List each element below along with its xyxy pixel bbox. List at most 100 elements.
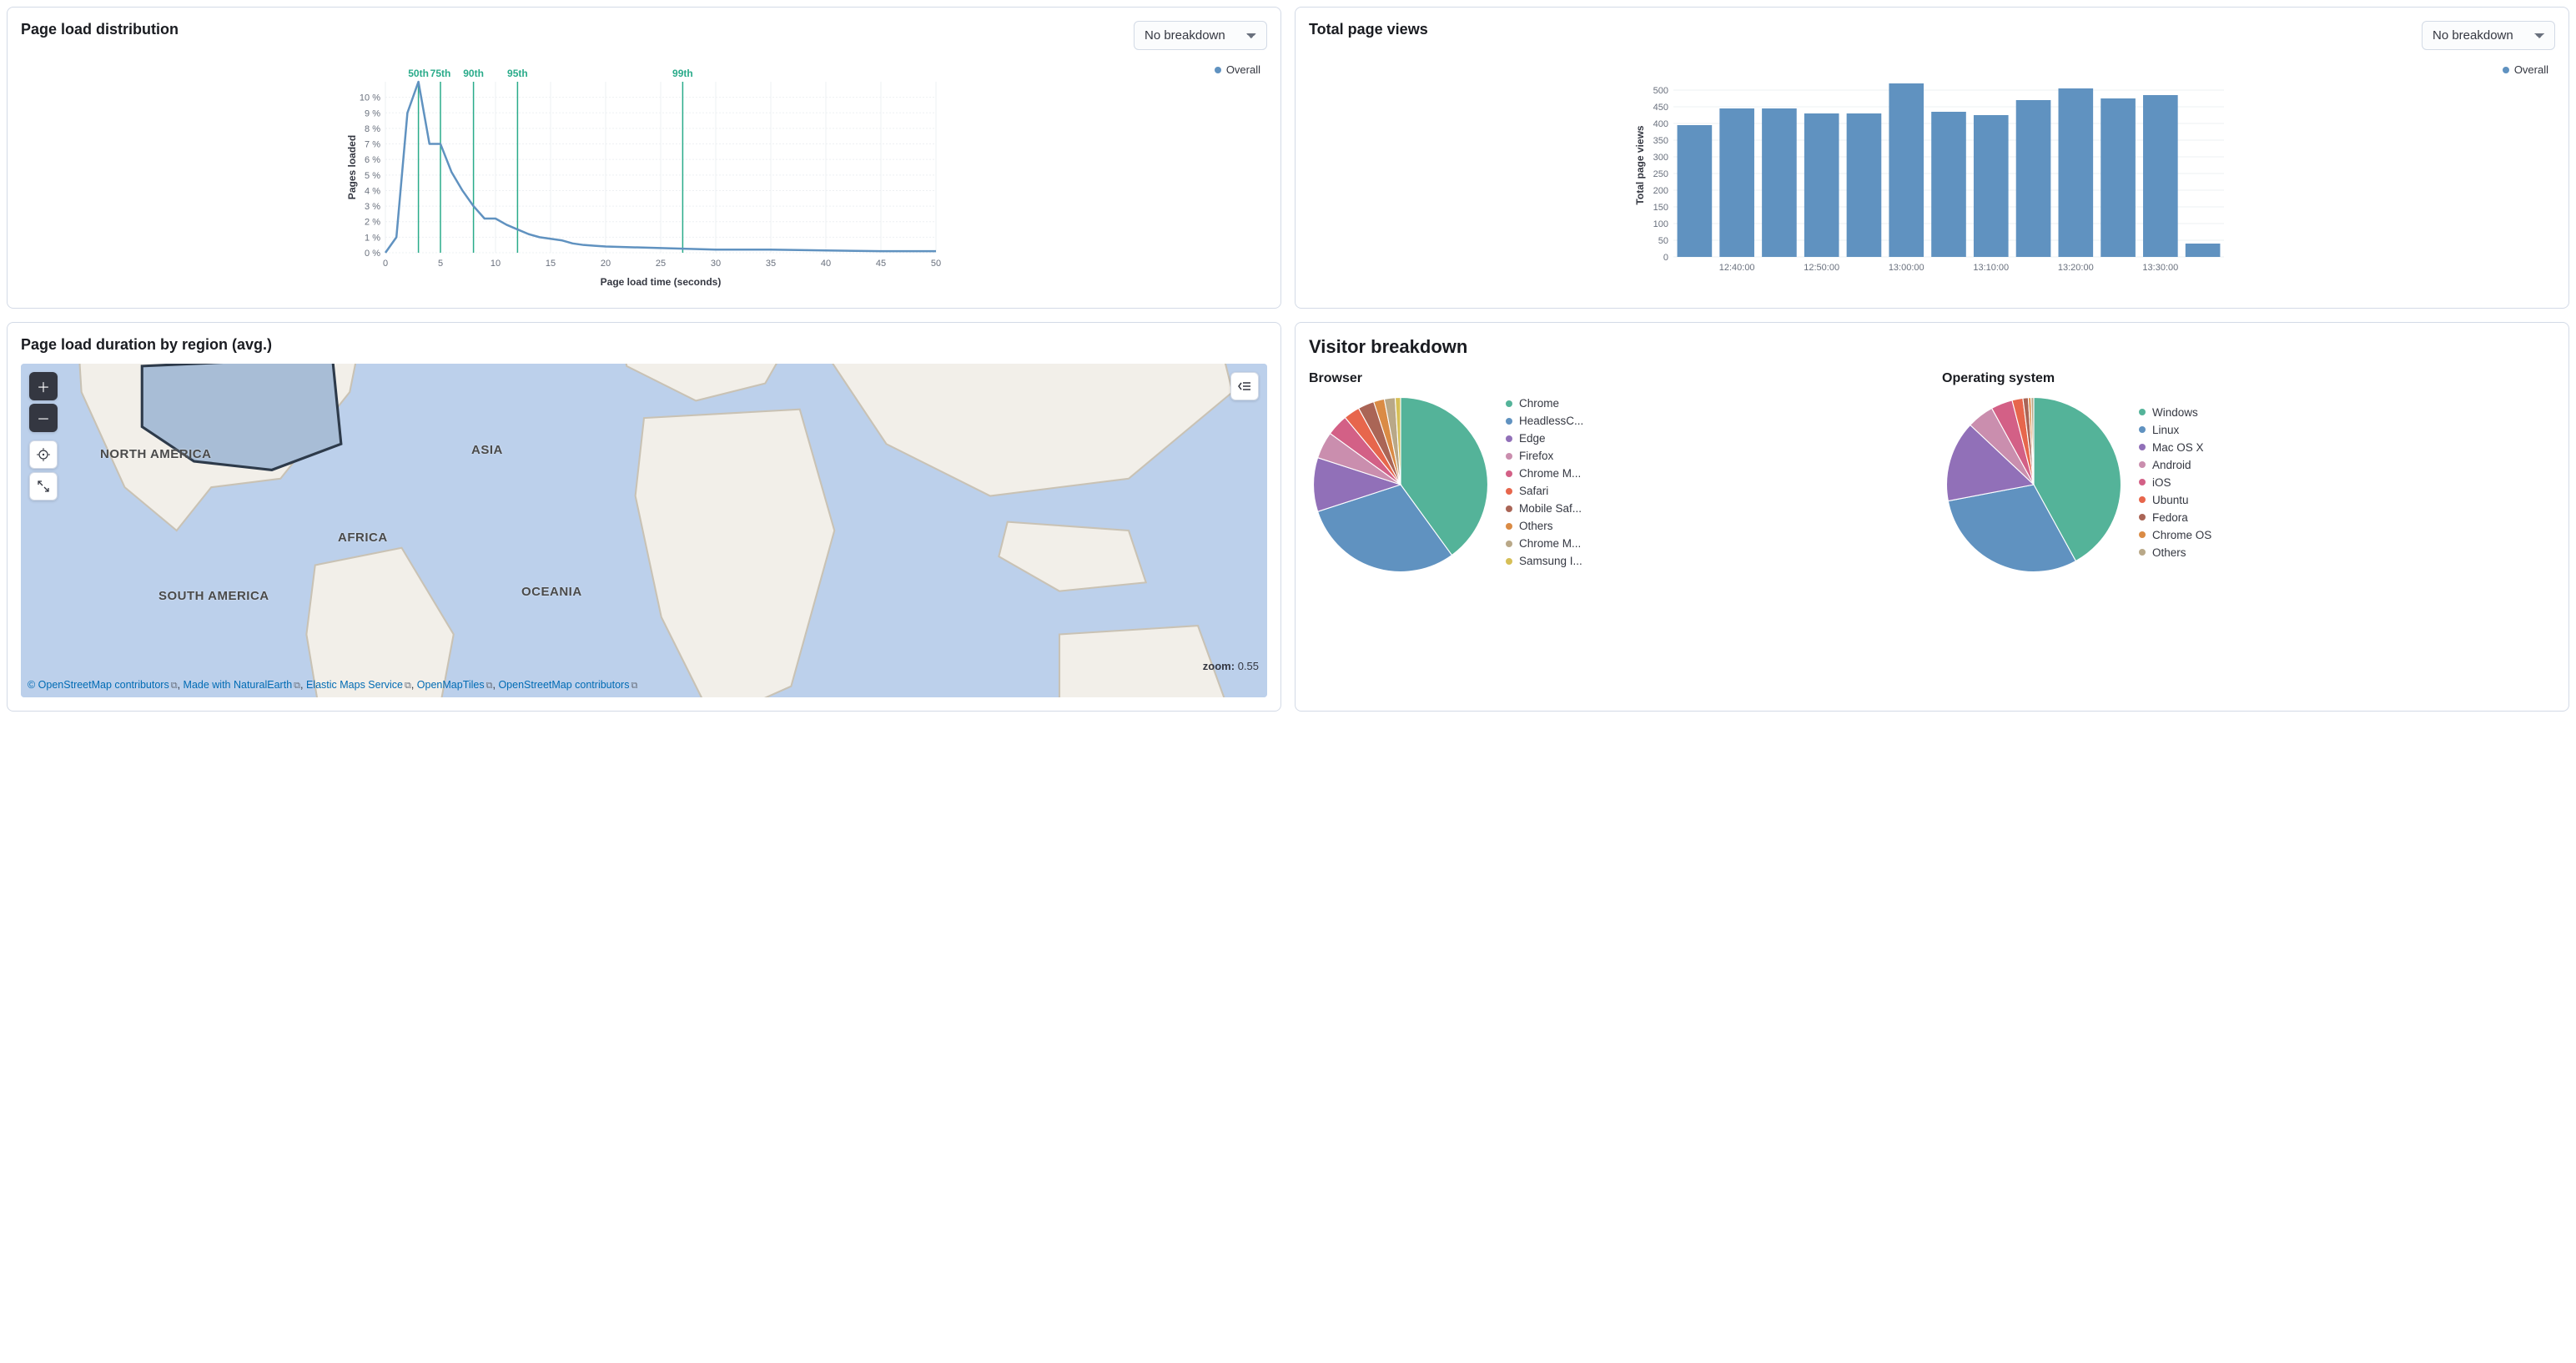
locate-button[interactable]: [29, 440, 58, 469]
svg-text:9 %: 9 %: [365, 108, 380, 118]
svg-text:50: 50: [1658, 236, 1668, 246]
legend-swatch: [2139, 496, 2146, 503]
legend-item[interactable]: Ubuntu: [2139, 494, 2211, 506]
svg-text:0: 0: [383, 259, 388, 269]
map-attribution: © OpenStreetMap contributors⧉, Made with…: [28, 676, 1260, 694]
svg-text:300: 300: [1653, 153, 1668, 163]
svg-text:0 %: 0 %: [365, 249, 380, 259]
legend-label: iOS: [2152, 476, 2171, 489]
breakdown-select[interactable]: No breakdown: [1134, 21, 1267, 50]
svg-text:350: 350: [1653, 136, 1668, 146]
world-map[interactable]: ＋ － NORTH AMERICA SOUTH AMERICA AFRICA A…: [21, 364, 1267, 697]
legend-swatch: [1506, 400, 1512, 407]
svg-text:450: 450: [1653, 103, 1668, 113]
panel-page-load-distribution: Page load distribution No breakdown Over…: [7, 7, 1281, 309]
external-link-icon: ⧉: [171, 681, 178, 691]
legend-item[interactable]: Chrome M...: [1506, 537, 1583, 550]
attrib-link[interactable]: OpenStreetMap contributors⧉: [498, 679, 637, 691]
svg-text:5 %: 5 %: [365, 171, 380, 181]
legend-swatch: [1506, 453, 1512, 460]
svg-text:10 %: 10 %: [360, 93, 380, 103]
legend-item[interactable]: iOS: [2139, 476, 2211, 489]
svg-text:10: 10: [491, 259, 501, 269]
svg-text:500: 500: [1653, 86, 1668, 96]
attrib-link[interactable]: © OpenStreetMap contributors⧉: [28, 679, 178, 691]
section-title: Visitor breakdown: [1309, 336, 2555, 358]
zoom-in-button[interactable]: ＋: [29, 372, 58, 400]
legend-label: Chrome OS: [2152, 529, 2211, 541]
svg-text:13:30:00: 13:30:00: [2142, 263, 2178, 273]
legend-swatch: [1506, 523, 1512, 530]
continent-label: ASIA: [471, 443, 503, 457]
svg-text:40: 40: [821, 259, 831, 269]
legend-swatch: [2139, 444, 2146, 450]
continent-label: AFRICA: [338, 531, 388, 545]
external-link-icon: ⧉: [631, 681, 637, 691]
svg-text:Page load time (seconds): Page load time (seconds): [601, 276, 722, 288]
legend-swatch: [2139, 531, 2146, 538]
legend-item[interactable]: HeadlessC...: [1506, 415, 1583, 427]
svg-text:13:00:00: 13:00:00: [1889, 263, 1924, 273]
legend-item[interactable]: Mac OS X: [2139, 441, 2211, 454]
attrib-link[interactable]: Elastic Maps Service⧉: [306, 679, 411, 691]
svg-text:12:40:00: 12:40:00: [1719, 263, 1755, 273]
legend-item[interactable]: Chrome OS: [2139, 529, 2211, 541]
svg-text:100: 100: [1653, 219, 1668, 229]
legend-item[interactable]: Others: [1506, 520, 1583, 532]
legend-swatch: [1506, 541, 1512, 547]
legend-swatch: [1506, 488, 1512, 495]
attrib-link[interactable]: Made with NaturalEarth⧉: [184, 679, 300, 691]
legend-swatch: [2139, 461, 2146, 468]
legend-item[interactable]: Firefox: [1506, 450, 1583, 462]
continent-label: SOUTH AMERICA: [158, 589, 269, 603]
legend-label: Linux: [2152, 424, 2179, 436]
legend-item[interactable]: Samsung I...: [1506, 555, 1583, 567]
svg-text:7 %: 7 %: [365, 140, 380, 150]
legend-label: HeadlessC...: [1519, 415, 1583, 427]
fullscreen-button[interactable]: [29, 472, 58, 500]
breakdown-select[interactable]: No breakdown: [2422, 21, 2555, 50]
svg-text:250: 250: [1653, 169, 1668, 179]
legend-swatch: [2139, 409, 2146, 415]
legend-label: Mac OS X: [2152, 441, 2204, 454]
sub-title: Operating system: [1942, 371, 2555, 386]
legend-label: Mobile Saf...: [1519, 502, 1582, 515]
legend-item[interactable]: Others: [2139, 546, 2211, 559]
legend-item[interactable]: Windows: [2139, 406, 2211, 419]
legend-label: Ubuntu: [2152, 494, 2189, 506]
legend-label: Chrome M...: [1519, 537, 1581, 550]
legend-label: Others: [2152, 546, 2186, 559]
legend-item[interactable]: Fedora: [2139, 511, 2211, 524]
legend-item[interactable]: Mobile Saf...: [1506, 502, 1583, 515]
svg-text:50: 50: [931, 259, 941, 269]
legend-swatch: [1506, 558, 1512, 565]
svg-text:30: 30: [711, 259, 721, 269]
svg-text:15: 15: [546, 259, 556, 269]
attrib-link[interactable]: OpenMapTiles⧉: [417, 679, 493, 691]
legend-label: Chrome: [1519, 397, 1559, 410]
svg-text:0: 0: [1663, 253, 1668, 263]
svg-text:20: 20: [601, 259, 611, 269]
legend-label: Edge: [1519, 432, 1546, 445]
external-link-icon: ⧉: [294, 681, 300, 691]
svg-text:200: 200: [1653, 186, 1668, 196]
line-chart: Overall 0 %1 %2 %3 %4 %5 %6 %7 %8 %9 %10…: [21, 57, 1267, 294]
svg-text:Pages loaded: Pages loaded: [346, 135, 358, 199]
zoom-out-button[interactable]: －: [29, 404, 58, 432]
legend-label: Fedora: [2152, 511, 2188, 524]
legend-item[interactable]: Android: [2139, 459, 2211, 471]
svg-text:8 %: 8 %: [365, 124, 380, 134]
svg-text:13:10:00: 13:10:00: [1973, 263, 2009, 273]
legend-label: Samsung I...: [1519, 555, 1582, 567]
legend-item[interactable]: Chrome: [1506, 397, 1583, 410]
legend-item[interactable]: Chrome M...: [1506, 467, 1583, 480]
legend-item[interactable]: Linux: [2139, 424, 2211, 436]
legend-item[interactable]: Safari: [1506, 485, 1583, 497]
browser-pie: Browser ChromeHeadlessC...EdgeFirefoxChr…: [1309, 371, 1922, 576]
svg-text:13:20:00: 13:20:00: [2058, 263, 2094, 273]
toggle-legend-button[interactable]: [1230, 372, 1259, 400]
legend: Overall: [1215, 63, 1260, 76]
legend-label: Chrome M...: [1519, 467, 1581, 480]
continent-label: OCEANIA: [521, 585, 582, 599]
legend-item[interactable]: Edge: [1506, 432, 1583, 445]
